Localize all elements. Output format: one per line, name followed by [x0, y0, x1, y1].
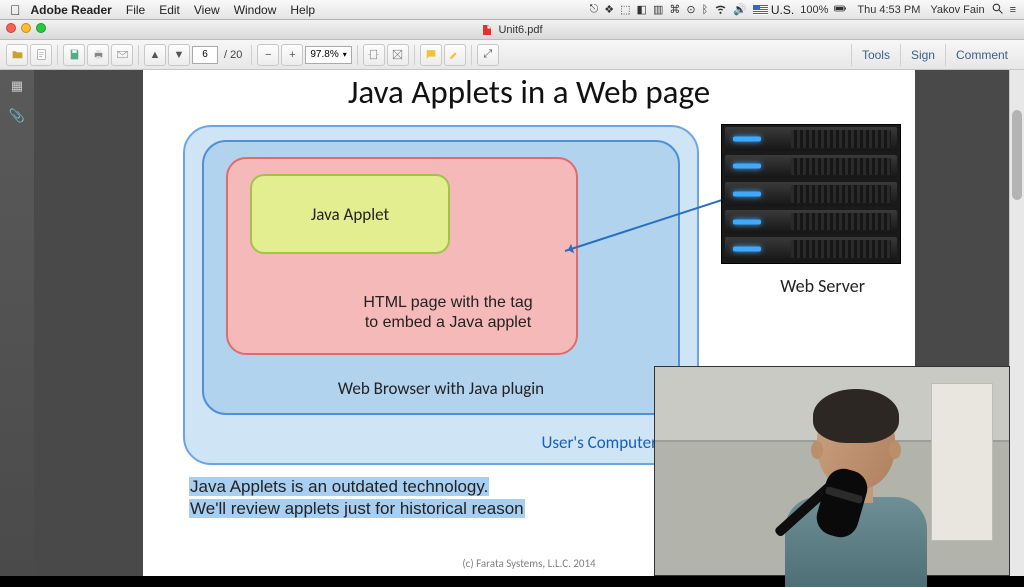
open-file-button[interactable] — [6, 44, 28, 66]
browser-box: Java Applet HTML page with the tag to em… — [202, 140, 680, 415]
battery-pct: 100% — [800, 4, 828, 16]
clock[interactable]: Thu 4:53 PM — [857, 4, 920, 16]
mac-menubar:  Adobe Reader File Edit View Window Hel… — [0, 0, 1024, 20]
thumbnails-icon[interactable]: ▦ — [9, 78, 25, 94]
app-menu[interactable]: Adobe Reader — [31, 3, 112, 17]
create-pdf-button[interactable] — [30, 44, 52, 66]
zoom-out-button[interactable]: − — [257, 44, 279, 66]
menu-help[interactable]: Help — [290, 3, 315, 17]
menu-file[interactable]: File — [126, 3, 145, 17]
wifi-icon[interactable] — [714, 2, 727, 18]
server-image — [721, 124, 901, 264]
status-icon[interactable]: ⊙ — [686, 3, 695, 16]
scrollbar-thumb[interactable] — [1012, 110, 1022, 200]
zoom-in-button[interactable]: + — [281, 44, 303, 66]
apple-menu-icon[interactable]:  — [10, 2, 21, 18]
vertical-scrollbar[interactable] — [1009, 70, 1024, 576]
print-button[interactable] — [87, 44, 109, 66]
spotlight-icon[interactable] — [991, 2, 1004, 18]
status-icon[interactable]: ❖ — [604, 3, 614, 16]
input-source[interactable]: U.S. — [753, 3, 794, 17]
window-titlebar: Unit6.pdf — [0, 20, 1024, 40]
browser-label: Web Browser with Java plugin — [204, 378, 678, 399]
tools-panel-button[interactable]: Tools — [851, 44, 900, 66]
fit-width-button[interactable] — [363, 44, 385, 66]
comment-tool-button[interactable] — [420, 44, 442, 66]
battery-icon[interactable] — [834, 2, 847, 18]
web-server-label: Web Server — [780, 275, 865, 297]
slide-title: Java Applets in a Web page — [143, 72, 915, 112]
email-button[interactable] — [111, 44, 133, 66]
microphone — [773, 429, 883, 549]
menu-edit[interactable]: Edit — [159, 3, 180, 17]
comment-panel-button[interactable]: Comment — [945, 44, 1018, 66]
webcam-overlay — [654, 366, 1010, 576]
presenter — [773, 389, 933, 575]
menu-view[interactable]: View — [194, 3, 220, 17]
page-total: / 20 — [224, 49, 242, 61]
page-number-input[interactable] — [192, 46, 218, 64]
pdf-file-icon — [481, 24, 493, 36]
footnote-text: Java Applets is an outdated technology. … — [189, 476, 525, 520]
fit-page-button[interactable] — [387, 44, 409, 66]
notifications-icon[interactable]: ≡ — [1010, 4, 1016, 16]
minimize-button[interactable] — [21, 23, 31, 33]
html-page-label: HTML page with the tag to embed a Java a… — [348, 293, 548, 333]
background-door — [931, 383, 993, 541]
highlight-tool-button[interactable] — [444, 44, 466, 66]
attachments-icon[interactable]: 📎 — [9, 108, 25, 124]
status-icon[interactable]: ▥ — [653, 3, 663, 16]
status-icon[interactable]: ⎋ — [590, 3, 599, 16]
navigation-pane: ▦ 📎 — [0, 70, 34, 576]
bluetooth-icon[interactable]: ᛒ — [702, 4, 709, 16]
sign-panel-button[interactable]: Sign — [900, 44, 945, 66]
page-up-button[interactable]: ▲ — [144, 44, 166, 66]
volume-icon[interactable]: 🔊 — [733, 3, 747, 16]
user-name[interactable]: Yakov Fain — [930, 4, 984, 16]
zoom-button[interactable] — [36, 23, 46, 33]
html-page-box: Java Applet HTML page with the tag to em… — [226, 157, 578, 355]
status-icon[interactable]: ◧ — [637, 3, 647, 16]
window-controls — [6, 23, 46, 33]
reader-toolbar: ▲ ▼ / 20 − + 97.8%▾ ⤢ Tools Sign Comment — [0, 40, 1024, 70]
zoom-readout[interactable]: 97.8%▾ — [305, 46, 351, 64]
users-computer-box: Java Applet HTML page with the tag to em… — [183, 125, 699, 465]
menu-window[interactable]: Window — [234, 3, 277, 17]
page-down-button[interactable]: ▼ — [168, 44, 190, 66]
window-title: Unit6.pdf — [498, 24, 542, 36]
dropbox-icon[interactable]: ⬚ — [620, 3, 630, 16]
read-mode-button[interactable]: ⤢ — [477, 44, 499, 66]
save-button[interactable] — [63, 44, 85, 66]
status-icon[interactable]: ⌘ — [669, 3, 680, 16]
close-button[interactable] — [6, 23, 16, 33]
java-applet-box: Java Applet — [250, 174, 450, 254]
users-computer-label: User's Computer — [541, 432, 657, 453]
